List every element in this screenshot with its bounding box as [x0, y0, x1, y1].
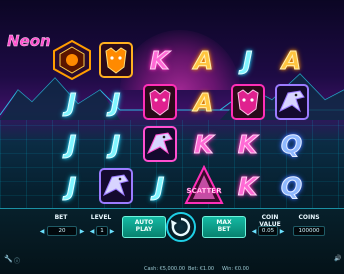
bet-display: Bet: €1.00	[188, 266, 215, 272]
tiger-gold-icon	[98, 42, 133, 78]
reel-6: A QQ	[266, 39, 317, 207]
symbol-letter-j: J	[66, 129, 77, 159]
game-logo: Neon Staxx	[7, 32, 50, 50]
wild-logo-icon	[52, 39, 91, 81]
reel-symbol: Q	[266, 123, 317, 165]
level-label: LEVEL	[90, 214, 112, 221]
symbol-letter-k: K	[237, 171, 258, 201]
coin-value: 0.05	[258, 226, 278, 236]
eagle-purple-icon	[98, 168, 133, 204]
speaker-icon[interactable]: 🔊	[334, 255, 341, 262]
reel-symbol	[266, 81, 317, 123]
scatter-icon: SCATTER	[183, 165, 224, 204]
coin-value-decrease-button[interactable]: ◀	[250, 226, 258, 236]
max-bet-label-2: BET	[217, 226, 231, 233]
autoplay-label-2: PLAY	[135, 226, 153, 233]
cash-display: Cash: €5,000.00	[144, 266, 186, 272]
wrench-icon[interactable]: 🔧	[4, 255, 13, 263]
reel-symbol: A	[266, 39, 317, 81]
max-bet-button[interactable]: MAX BET	[202, 216, 246, 238]
bet-increase-button[interactable]: ▶	[78, 226, 86, 236]
bet-label: BET	[54, 214, 68, 221]
tiger-pink-icon	[142, 84, 177, 120]
symbol-letter-j: J	[242, 45, 253, 75]
symbol-letter-q: Q	[280, 171, 303, 201]
level-decrease-button[interactable]: ◀	[88, 226, 96, 236]
spin-button[interactable]	[166, 212, 196, 242]
info-icon[interactable]: ⓘ	[14, 256, 20, 265]
logo-text: Neon Staxx	[7, 32, 50, 50]
symbol-letter-j: J	[66, 171, 77, 201]
symbol-letter-a: A	[193, 87, 214, 117]
coin-value-increase-button[interactable]: ▶	[278, 226, 286, 236]
symbol-letter-q: Q	[280, 129, 303, 159]
symbol-letter-a: A	[193, 45, 214, 75]
scatter-label: SCATTER	[186, 187, 222, 195]
symbol-letter-j: J	[110, 87, 121, 117]
symbol-letter-a: A	[281, 45, 302, 75]
spin-icon	[171, 217, 191, 237]
symbol-letter-j: J	[154, 171, 165, 201]
symbol-letter-j: J	[110, 129, 121, 159]
reels-area: J J J J J K J A A K SCATTER J K K A Q Q	[46, 39, 316, 207]
symbol-letter-j: J	[66, 87, 77, 117]
eagle-purple-icon	[274, 84, 309, 120]
eagle-pink-icon	[142, 126, 177, 162]
level-value: 1	[96, 226, 108, 236]
symbol-letter-k: K	[237, 129, 258, 159]
reel-symbol: Q	[266, 165, 317, 207]
level-increase-button[interactable]: ▶	[108, 226, 116, 236]
bet-value: 20	[47, 226, 77, 236]
symbol-letter-k: K	[193, 129, 214, 159]
autoplay-button[interactable]: AUTO PLAY	[122, 216, 166, 238]
bet-decrease-button[interactable]: ◀	[38, 226, 46, 236]
slot-game: Neon Staxx JJJJJKJAAKSCATTERJKKAQQ BET ◀…	[0, 0, 344, 274]
tiger-pink-icon	[230, 84, 265, 120]
win-display: Win: €0.00	[222, 266, 249, 272]
symbol-letter-k: K	[149, 45, 170, 75]
coins-label: COINS	[298, 214, 320, 221]
coins-value: 100000	[293, 226, 325, 236]
